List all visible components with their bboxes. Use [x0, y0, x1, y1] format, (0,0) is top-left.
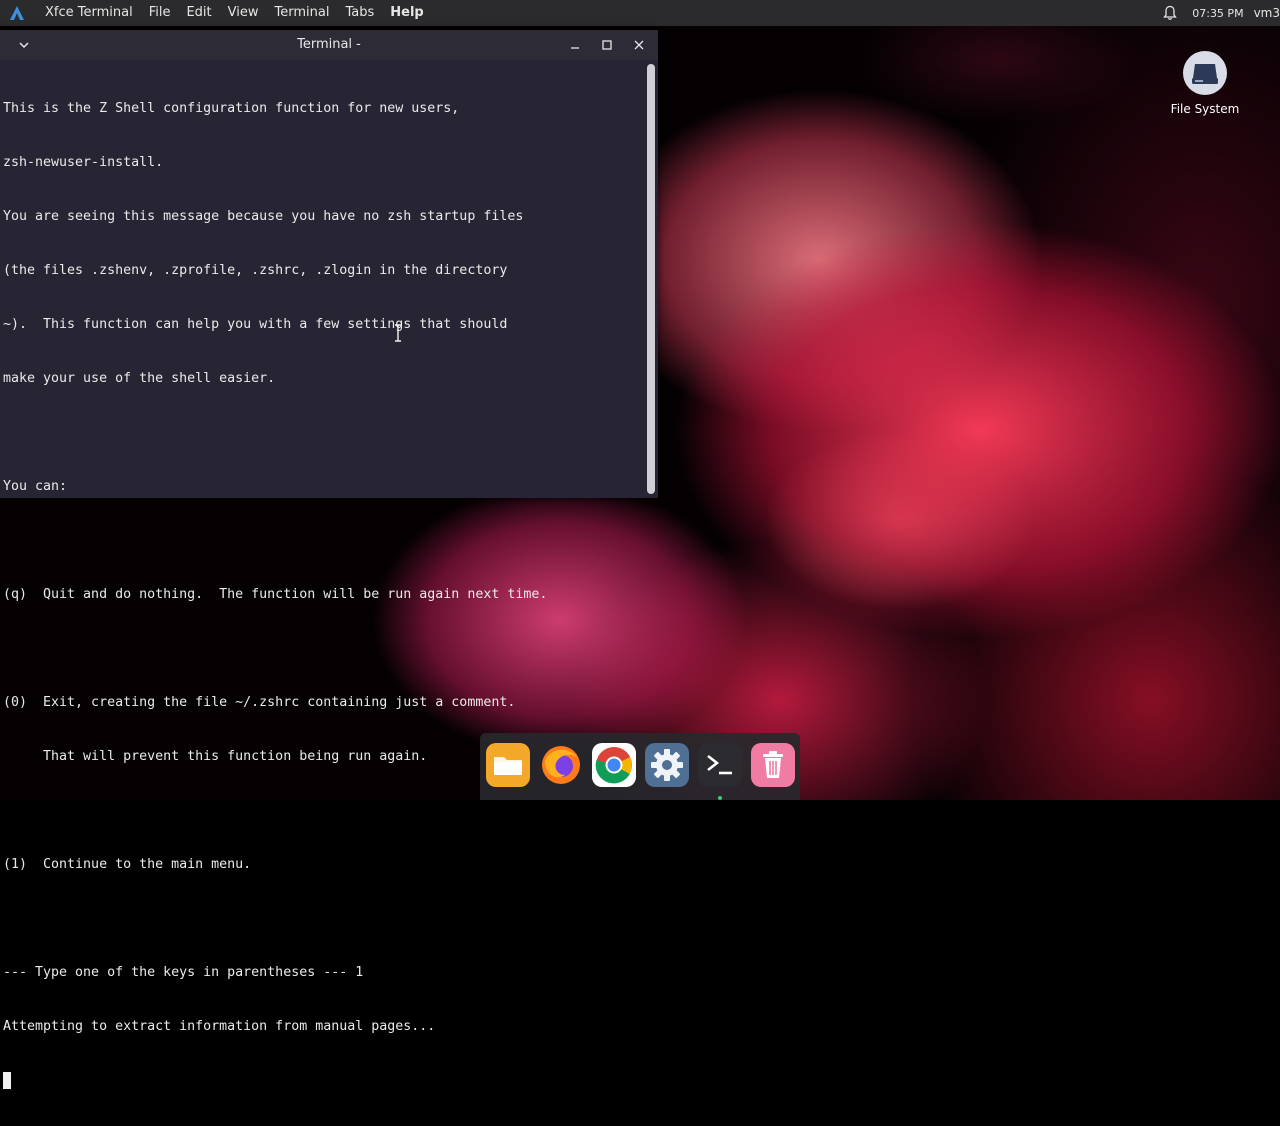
terminal-line: zsh-newuser-install.	[3, 155, 164, 170]
close-icon[interactable]	[629, 35, 649, 55]
terminal-line: --- Type one of the keys in parentheses …	[3, 965, 364, 980]
terminal-line: ~). This function can help you with a fe…	[3, 317, 508, 332]
minimize-icon[interactable]	[565, 35, 585, 55]
scrollbar-thumb[interactable]	[647, 64, 655, 494]
text-cursor	[3, 1072, 11, 1089]
dock-settings[interactable]	[644, 742, 689, 791]
terminal-line: You can:	[3, 479, 68, 494]
dock	[480, 733, 800, 800]
terminal-line: You are seeing this message because you …	[3, 209, 524, 224]
window-title: Terminal -	[297, 37, 361, 52]
app-logo-icon[interactable]	[9, 5, 25, 21]
menu-edit[interactable]: Edit	[178, 0, 219, 26]
menu-tabs[interactable]: Tabs	[337, 0, 382, 26]
menu-help[interactable]: Help	[382, 0, 431, 26]
window-menu-chevron-down-icon[interactable]	[14, 35, 34, 55]
clock[interactable]: 07:35 PM	[1192, 7, 1243, 20]
dock-firefox[interactable]	[539, 745, 583, 789]
firefox-icon	[539, 743, 583, 791]
notification-bell-icon[interactable]	[1162, 5, 1178, 21]
gear-icon	[644, 742, 689, 791]
trash-icon	[750, 742, 795, 791]
app-name[interactable]: Xfce Terminal	[37, 0, 141, 26]
panel-tray: 07:35 PM vm3	[1162, 0, 1280, 26]
mouse-ibeam-icon	[393, 324, 403, 342]
desktop-icon-file-system[interactable]: File System	[1160, 50, 1250, 116]
dock-trash[interactable]	[750, 742, 795, 791]
drive-icon	[1182, 50, 1228, 96]
top-panel: Xfce Terminal File Edit View Terminal Ta…	[0, 0, 1280, 26]
terminal-line: (1) Continue to the main menu.	[3, 857, 252, 872]
terminal-line: (the files .zshenv, .zprofile, .zshrc, .…	[3, 263, 508, 278]
dock-chrome[interactable]	[591, 742, 636, 791]
terminal-output[interactable]: This is the Z Shell configuration functi…	[3, 64, 643, 1089]
maximize-icon[interactable]	[597, 35, 617, 55]
user-menu[interactable]: vm3	[1254, 6, 1280, 20]
terminal-icon	[697, 742, 742, 791]
terminal-line: (q) Quit and do nothing. The function wi…	[3, 587, 548, 602]
terminal-cursor-line	[3, 1072, 643, 1090]
terminal-line: This is the Z Shell configuration functi…	[3, 101, 460, 116]
folder-icon	[485, 742, 530, 791]
terminal-line: (0) Exit, creating the file ~/.zshrc con…	[3, 695, 516, 710]
menu-terminal[interactable]: Terminal	[267, 0, 338, 26]
menu-view[interactable]: View	[220, 0, 267, 26]
terminal-line: make your use of the shell easier.	[3, 371, 276, 386]
chrome-icon	[591, 742, 636, 791]
terminal-titlebar[interactable]: Terminal -	[0, 30, 658, 60]
terminal-line: Attempting to extract information from m…	[3, 1019, 436, 1034]
active-indicator	[717, 795, 722, 800]
menu-file[interactable]: File	[141, 0, 179, 26]
desktop-icon-label: File System	[1170, 102, 1240, 116]
dock-terminal[interactable]	[697, 742, 742, 800]
dock-files[interactable]	[485, 742, 530, 791]
terminal-window: Terminal - This is the Z Shell configura…	[0, 30, 658, 1089]
terminal-scrollbar[interactable]	[647, 64, 655, 494]
